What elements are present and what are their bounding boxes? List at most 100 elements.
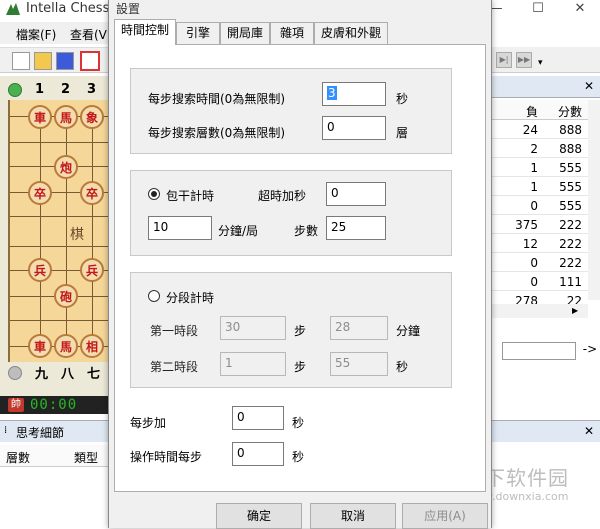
score: 555 [559, 161, 582, 175]
loss-count: 0 [530, 275, 538, 289]
table-row[interactable]: 12 222 [492, 234, 588, 253]
search-limits-group [130, 68, 452, 154]
maximize-button[interactable]: ☐ [518, 0, 558, 20]
save-icon[interactable] [56, 52, 74, 70]
add-per-move-input[interactable]: 0 [232, 406, 284, 430]
table-row[interactable]: 0 555 [492, 196, 588, 215]
chess-piece[interactable]: 卒 [80, 181, 104, 205]
moves-label: 步數 [294, 224, 319, 238]
panel-grip-icon: ⁞ [4, 425, 8, 436]
chess-piece[interactable]: 馬 [54, 334, 78, 358]
table-row[interactable]: 2 888 [492, 139, 588, 158]
column-header[interactable]: 負 [492, 103, 538, 120]
chess-piece[interactable]: 車 [28, 105, 52, 129]
close-panel-icon[interactable]: ✕ [584, 424, 594, 438]
stage2-label: 第二時段 [150, 360, 199, 374]
file-number: 1 [35, 82, 45, 97]
chess-piece[interactable]: 象 [80, 105, 104, 129]
new-file-icon[interactable] [12, 52, 30, 70]
board-grid-line [10, 142, 108, 143]
game-clock: 00:00 [30, 397, 78, 413]
score: 888 [559, 142, 582, 156]
add-per-move-unit: 秒 [292, 416, 305, 430]
operation-time-input[interactable]: 0 [232, 442, 284, 466]
close-panel-icon[interactable]: ✕ [584, 79, 594, 93]
tab-time-control[interactable]: 時間控制 [114, 19, 176, 45]
loss-count: 24 [522, 123, 538, 137]
search-depth-label: 每步搜索層數(0為無限制) [148, 126, 285, 140]
table-row[interactable]: 24 888 [492, 120, 588, 139]
chess-piece[interactable]: 炮 [54, 155, 78, 179]
chess-piece[interactable]: 馬 [54, 105, 78, 129]
cancel-button[interactable]: 取消 [310, 503, 396, 529]
time-per-move-input[interactable]: 3 [322, 82, 386, 106]
chess-piece[interactable]: 卒 [28, 181, 52, 205]
board-view-icon[interactable] [80, 51, 100, 71]
chess-piece[interactable]: 兵 [80, 258, 104, 282]
table-row[interactable]: 0 111 [492, 272, 588, 291]
chess-piece[interactable]: 相 [80, 334, 104, 358]
menu-view[interactable]: 查看(V) [70, 26, 112, 43]
tab-skin-appearance[interactable]: 皮膚和外觀 [314, 22, 388, 44]
column-header[interactable]: 類型 [74, 449, 98, 466]
loss-count: 0 [530, 256, 538, 270]
tab-misc[interactable]: 雜項 [270, 22, 314, 44]
file-number: 九 [35, 367, 49, 382]
file-number: 2 [61, 82, 71, 97]
moves-input[interactable]: 25 [326, 216, 386, 240]
score: 555 [559, 199, 582, 213]
increment-input[interactable]: 0 [326, 182, 386, 206]
river-text: 棋 [70, 227, 84, 243]
table-header-row: 負 分數 [492, 100, 588, 120]
chess-piece[interactable]: 砲 [54, 284, 78, 308]
file-number: 七 [87, 367, 101, 382]
tab-engine[interactable]: 引擎 [176, 22, 220, 44]
stage1-minutes-input[interactable]: 28 [330, 316, 388, 340]
move-search-input[interactable] [502, 342, 576, 360]
apply-button[interactable]: 应用(A) [402, 503, 488, 529]
stage2-seconds-unit: 秒 [396, 360, 409, 374]
app-logo-icon [6, 3, 20, 15]
scroll-right-icon[interactable]: ▶ [572, 306, 578, 315]
menu-file[interactable]: 檔案(F) [16, 26, 56, 43]
close-button[interactable]: ✕ [560, 0, 600, 20]
search-depth-input[interactable]: 0 [322, 116, 386, 140]
next-move-icon[interactable]: ▶| [496, 52, 512, 68]
minutes-per-game-input[interactable]: 10 [148, 216, 212, 240]
score: 555 [559, 180, 582, 194]
stage1-moves-input[interactable]: 30 [220, 316, 286, 340]
stage1-minutes-unit: 分鐘 [396, 324, 421, 338]
board-grid-line [10, 246, 108, 247]
stage-time-label: 分段計時 [166, 291, 215, 305]
total-time-radio[interactable] [148, 188, 160, 200]
loss-count: 1 [530, 161, 538, 175]
table-row[interactable]: 1 555 [492, 177, 588, 196]
table-row[interactable]: 1 555 [492, 158, 588, 177]
vertical-scrollbar[interactable] [588, 100, 600, 300]
toolbar-overflow-icon[interactable]: ▾ [538, 58, 543, 68]
stage2-seconds-input[interactable]: 55 [330, 352, 388, 376]
table-row[interactable]: 375 222 [492, 215, 588, 234]
board-grid-line [10, 216, 108, 217]
stage1-moves-unit: 步 [294, 324, 307, 338]
open-folder-icon[interactable] [34, 52, 52, 70]
board-grid-line [10, 320, 108, 321]
think-panel-title: 思考細節 [16, 426, 65, 440]
operation-time-label: 操作時間每步 [130, 450, 203, 464]
tab-opening-book[interactable]: 開局庫 [220, 22, 270, 44]
chess-piece[interactable]: 車 [28, 334, 52, 358]
column-header[interactable]: 分數 [542, 103, 582, 120]
stage1-label: 第一時段 [150, 324, 199, 338]
ok-button[interactable]: 确定 [216, 503, 302, 529]
last-move-icon[interactable]: ▶▶ [516, 52, 532, 68]
stage2-moves-input[interactable]: 1 [220, 352, 286, 376]
file-number: 八 [61, 367, 75, 382]
chess-piece[interactable]: 兵 [28, 258, 52, 282]
ply-unit: 層 [396, 126, 409, 140]
go-button[interactable]: -> [580, 342, 600, 360]
table-row[interactable]: 0 222 [492, 253, 588, 272]
column-header[interactable]: 層數 [6, 449, 30, 466]
loss-count: 2 [530, 142, 538, 156]
xiangqi-board[interactable] [8, 100, 108, 362]
stage-time-radio[interactable] [148, 290, 160, 302]
